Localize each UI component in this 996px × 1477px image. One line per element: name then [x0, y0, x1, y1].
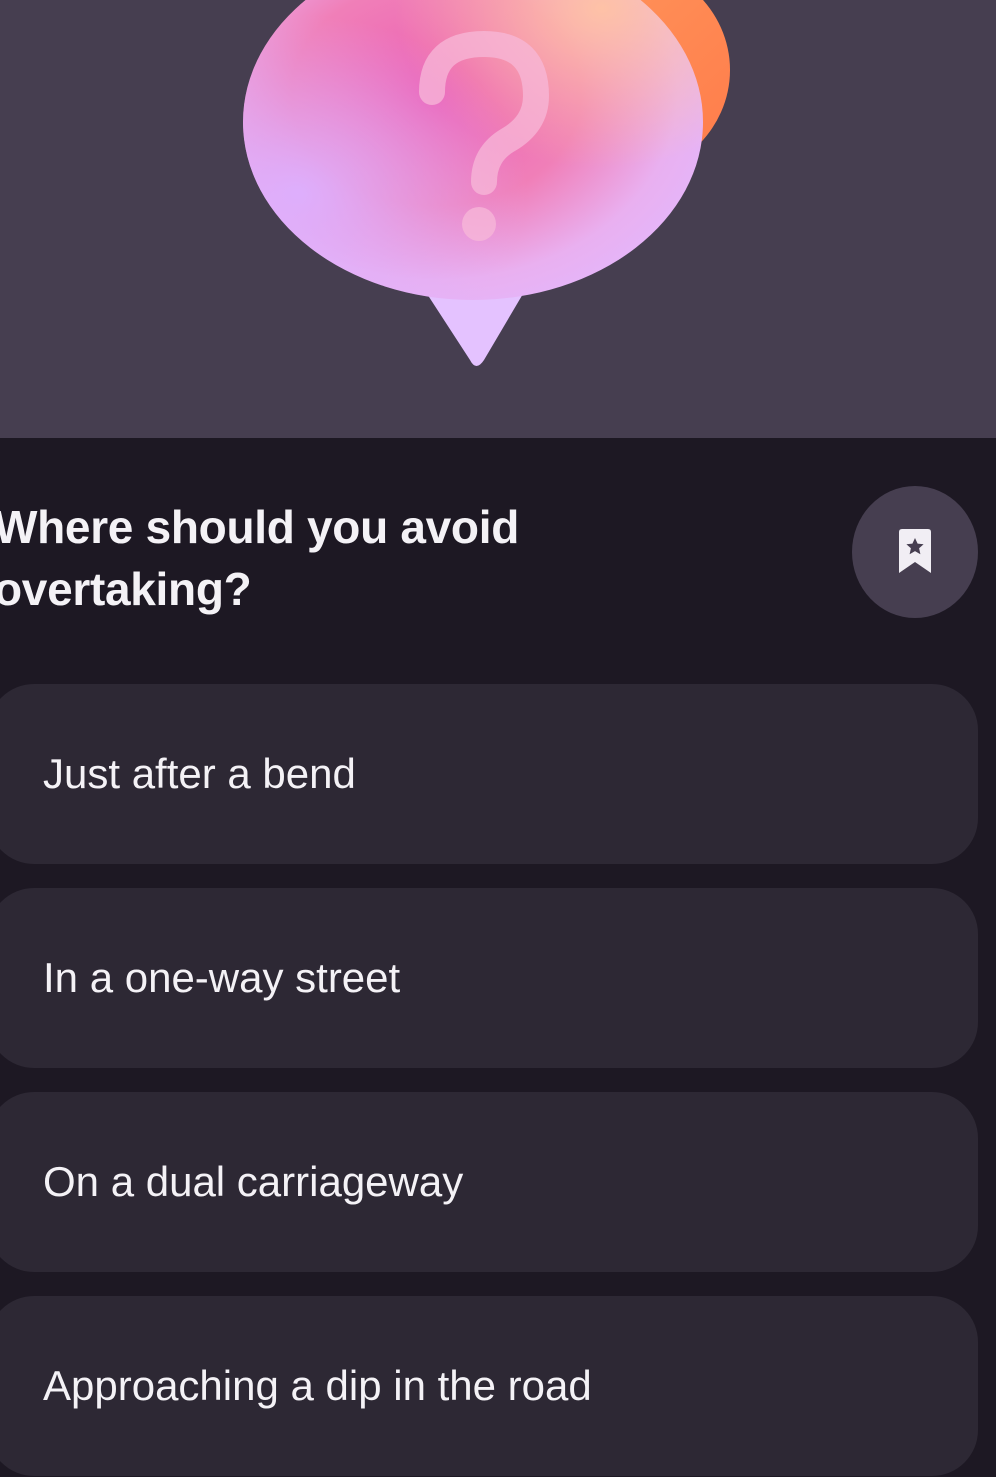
answer-option-3[interactable]: On a dual carriageway: [0, 1092, 978, 1272]
question-speech-bubble-icon: [243, 0, 730, 366]
answer-label: In a one-way street: [43, 954, 401, 1001]
answer-option-1[interactable]: Just after a bend: [0, 684, 978, 864]
bookmark-button[interactable]: [852, 486, 978, 618]
answer-options: Just after a bend In a one-way street On…: [0, 684, 978, 1477]
question-text: Where should you avoid overtaking?: [0, 501, 520, 615]
bookmark-star-icon: [899, 529, 931, 573]
answer-label: Just after a bend: [43, 750, 356, 797]
quiz-screen: Where should you avoid overtaking? Just …: [0, 0, 996, 1477]
question-header: Where should you avoid overtaking?: [0, 486, 996, 626]
answer-label: Approaching a dip in the road: [43, 1362, 592, 1409]
answer-option-4[interactable]: Approaching a dip in the road: [0, 1296, 978, 1476]
answer-label: On a dual carriageway: [43, 1158, 464, 1205]
answer-option-2[interactable]: In a one-way street: [0, 888, 978, 1068]
hero-banner: [0, 0, 996, 438]
